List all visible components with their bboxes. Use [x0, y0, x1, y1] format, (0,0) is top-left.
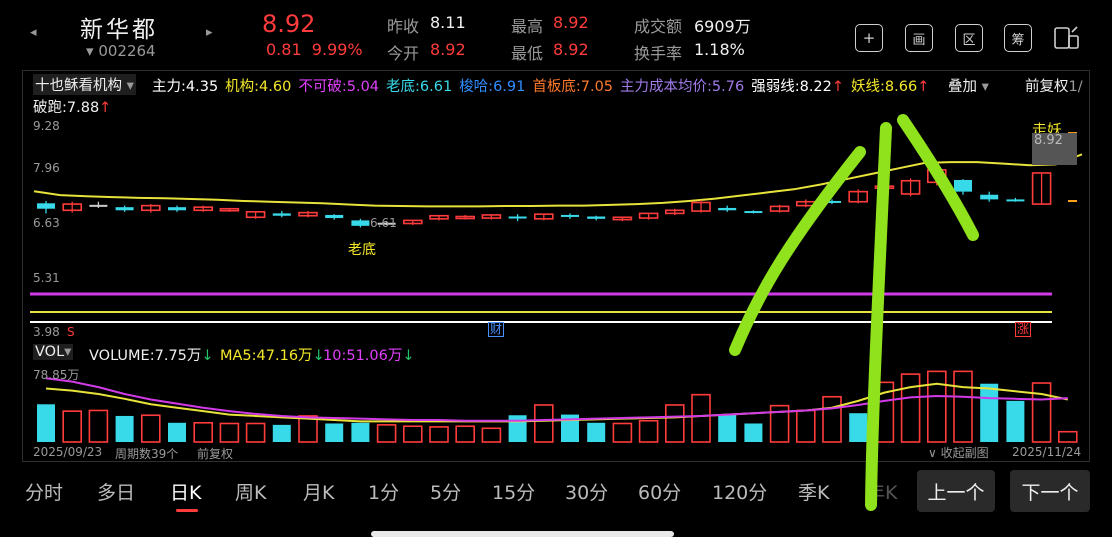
drawn-arrow-annotation: [729, 114, 979, 511]
